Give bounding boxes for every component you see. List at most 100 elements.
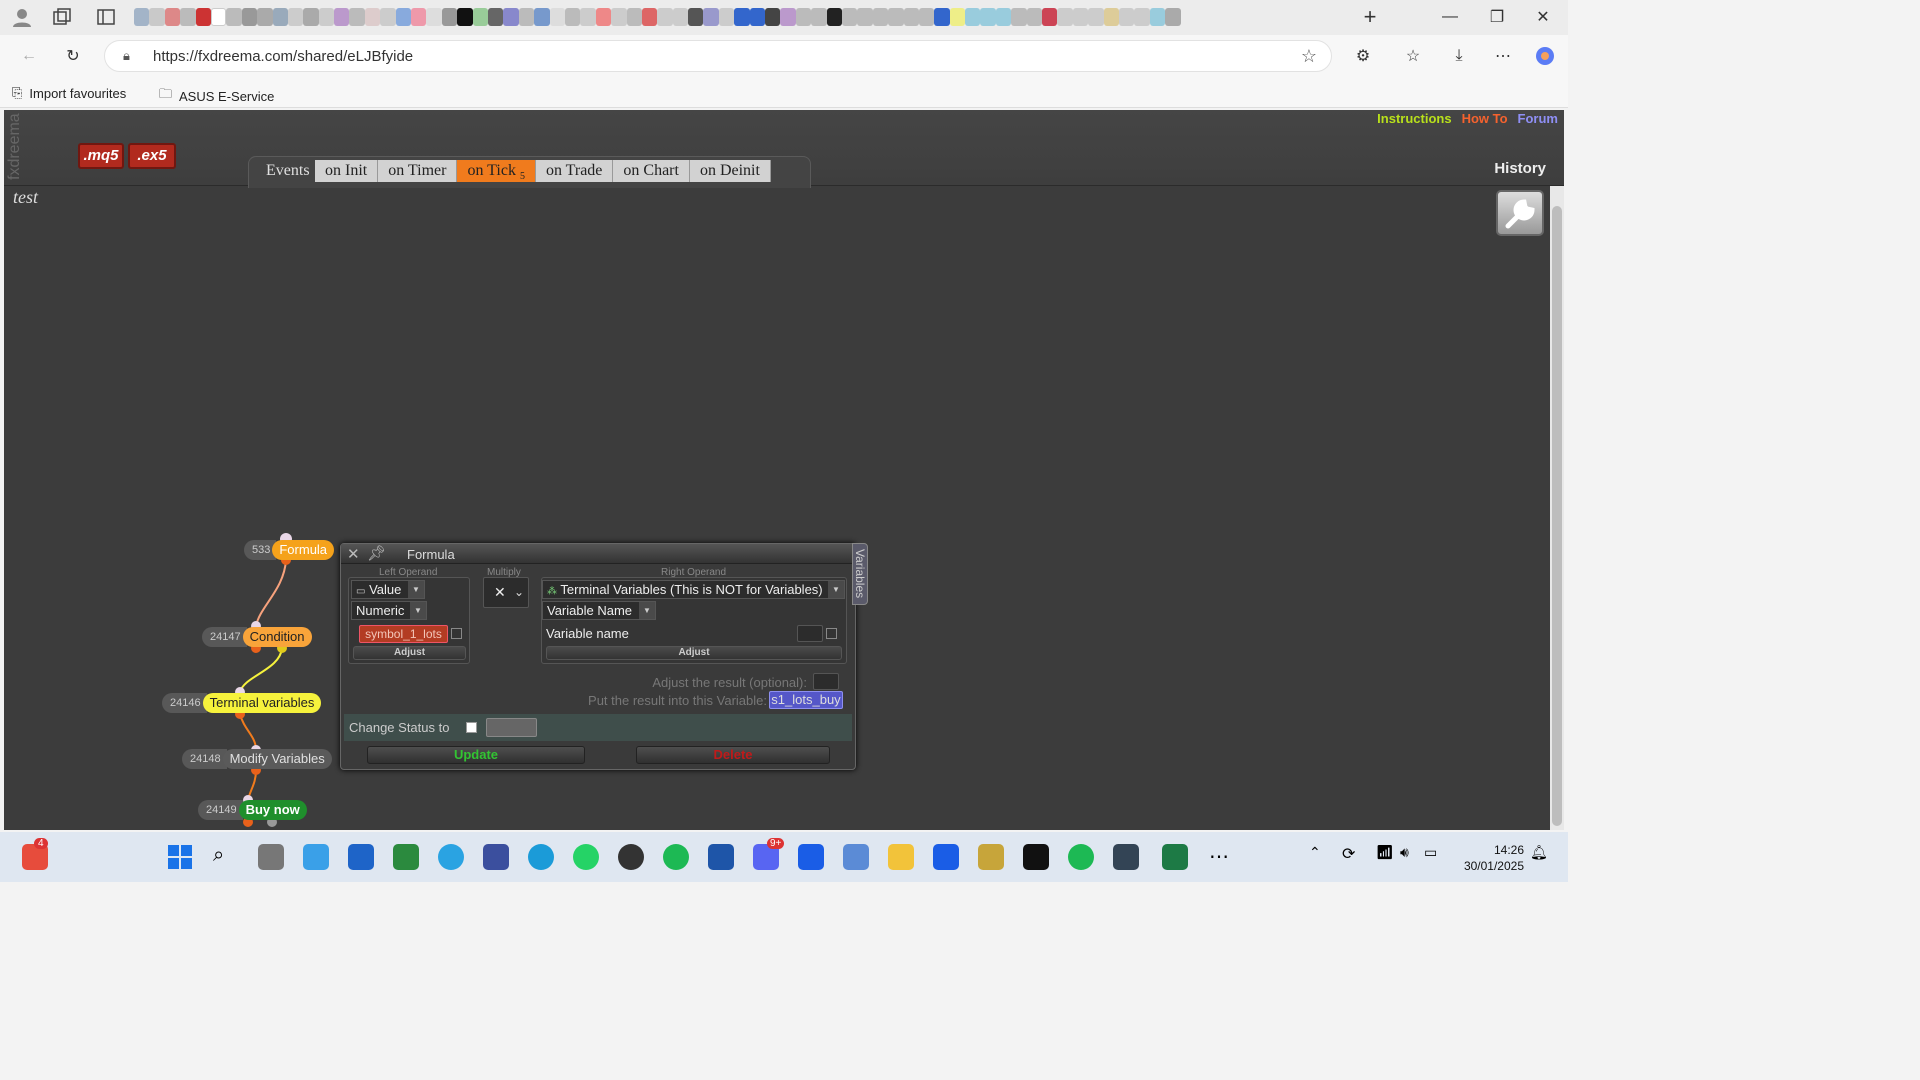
variables-tab[interactable]: Variables bbox=[852, 543, 868, 605]
favorite-star-icon[interactable]: ☆ bbox=[1301, 46, 1317, 67]
capcut-icon[interactable] bbox=[1023, 844, 1049, 870]
asus-eservice-label: ASUS E-Service bbox=[179, 88, 275, 104]
right-subtype-select[interactable]: Variable Name ▼ bbox=[542, 601, 656, 620]
variable-name-checkbox[interactable] bbox=[826, 628, 837, 639]
node-id: 24146 bbox=[162, 693, 207, 713]
spotify2-icon[interactable] bbox=[1068, 844, 1094, 870]
right-adjust-button[interactable]: Adjust bbox=[546, 646, 842, 660]
favorites-icon[interactable]: ☆ bbox=[1401, 44, 1425, 68]
windows-start-icon[interactable] bbox=[167, 844, 193, 870]
tools-button[interactable] bbox=[1496, 190, 1544, 236]
downloads-icon[interactable]: ⤓ bbox=[1447, 44, 1471, 68]
close-window-icon[interactable]: ✕ bbox=[1531, 5, 1555, 29]
block-node[interactable]: 24147 Condition bbox=[202, 627, 312, 647]
import-icon: ⎘ bbox=[12, 85, 23, 100]
instructions-link[interactable]: Instructions bbox=[1377, 111, 1451, 126]
node-name: Modify Variables bbox=[222, 749, 332, 769]
top-links: Instructions How To Forum bbox=[1377, 111, 1558, 126]
panel-header: ✕ 📌︎ Formula bbox=[341, 544, 855, 564]
left-type-select[interactable]: ▭ Value ▼ bbox=[351, 580, 425, 599]
profile-icon[interactable] bbox=[10, 5, 34, 29]
refresh-icon[interactable]: ↻ bbox=[61, 44, 85, 68]
media-player-icon[interactable] bbox=[618, 844, 644, 870]
left-adjust-button[interactable]: Adjust bbox=[353, 646, 466, 660]
pin-icon[interactable]: 📌︎ bbox=[367, 544, 386, 562]
bell-icon[interactable]: 🔔︎ bbox=[1530, 844, 1556, 870]
favourites-bar: ⎘ Import favourites 🗀 ASUS E-Service bbox=[0, 78, 1568, 108]
adjust-result-label: Adjust the result (optional): bbox=[652, 675, 807, 690]
clock[interactable]: 14:26 30/01/2025 bbox=[1464, 842, 1524, 874]
trading-icon[interactable] bbox=[978, 844, 1004, 870]
p-app2-icon[interactable] bbox=[933, 844, 959, 870]
right-type-select[interactable]: ⁂ Terminal Variables (This is NOT for Va… bbox=[542, 580, 845, 599]
more-icon[interactable]: ⋯ bbox=[1491, 44, 1515, 68]
outlook-icon[interactable] bbox=[348, 844, 374, 870]
copilot-icon[interactable] bbox=[1533, 44, 1557, 68]
copilot-taskbar-icon[interactable] bbox=[303, 844, 329, 870]
dev-icon[interactable] bbox=[708, 844, 734, 870]
sync-icon[interactable]: ⟳ bbox=[1342, 844, 1368, 870]
import-favourites-link[interactable]: ⎘ Import favourites bbox=[12, 85, 126, 101]
extensions-icon[interactable]: ⚙ bbox=[1351, 44, 1375, 68]
workspaces-icon[interactable] bbox=[50, 5, 74, 29]
variable-name-field[interactable] bbox=[797, 625, 823, 642]
node-name: Terminal variables bbox=[202, 693, 322, 713]
block-node[interactable]: 24148 Modify Variables bbox=[182, 749, 332, 769]
file-explorer-icon[interactable] bbox=[888, 844, 914, 870]
minimize-icon[interactable]: — bbox=[1438, 5, 1462, 29]
node-id: 24148 bbox=[182, 749, 227, 769]
right-type-value: Terminal Variables (This is NOT for Vari… bbox=[560, 582, 823, 597]
notifications-app-icon[interactable]: 4 bbox=[22, 838, 48, 870]
new-tab-icon[interactable]: + bbox=[1358, 4, 1382, 29]
remote-icon[interactable] bbox=[483, 844, 509, 870]
change-status-field[interactable] bbox=[486, 718, 537, 737]
scroll-thumb[interactable] bbox=[1552, 206, 1562, 826]
chevron-up-icon[interactable]: ⌃ bbox=[1309, 844, 1335, 870]
battery-icon[interactable]: ▭ bbox=[1424, 844, 1450, 870]
whatsapp-icon[interactable] bbox=[573, 844, 599, 870]
discord-icon[interactable]: 9+ bbox=[753, 838, 785, 870]
update-button[interactable]: Update bbox=[367, 746, 585, 764]
chevron-down-icon: ▼ bbox=[828, 581, 844, 598]
game-icon[interactable] bbox=[393, 844, 419, 870]
volume-icon[interactable]: 🔊︎ bbox=[1400, 844, 1426, 870]
tab-actions-icon[interactable] bbox=[94, 5, 118, 29]
block-node[interactable]: 533 Formula bbox=[244, 540, 335, 560]
pinned-tabs-strip[interactable] bbox=[134, 8, 1181, 26]
block-node[interactable]: 24146 Terminal variables bbox=[162, 693, 322, 713]
back-icon[interactable]: ← bbox=[17, 44, 41, 68]
forum-link[interactable]: Forum bbox=[1518, 111, 1558, 126]
node-name: Buy now bbox=[238, 800, 307, 820]
edge-icon[interactable] bbox=[528, 844, 554, 870]
change-status-checkbox[interactable] bbox=[466, 722, 477, 733]
block-node[interactable]: 24149 Buy now bbox=[198, 800, 307, 820]
wifi-icon[interactable]: 📶︎ bbox=[1376, 844, 1402, 870]
left-value-field[interactable]: symbol_1_lots bbox=[359, 625, 448, 643]
result-variable-field[interactable]: s1_lots_buy bbox=[769, 691, 843, 709]
spotify-icon[interactable] bbox=[663, 844, 689, 870]
left-subtype-select[interactable]: Numeric ▼ bbox=[351, 601, 427, 620]
restore-icon[interactable]: ❐ bbox=[1485, 5, 1509, 29]
photos-icon[interactable] bbox=[843, 844, 869, 870]
task-view-icon[interactable] bbox=[258, 844, 284, 870]
close-icon[interactable]: ✕ bbox=[347, 545, 360, 563]
history-link[interactable]: History bbox=[1494, 160, 1546, 177]
speedometer-icon[interactable] bbox=[1113, 844, 1139, 870]
howto-link[interactable]: How To bbox=[1462, 111, 1508, 126]
p-app-icon[interactable] bbox=[798, 844, 824, 870]
operator-select[interactable]: ✕ ⌄ bbox=[483, 577, 529, 608]
wrench-icon bbox=[1505, 199, 1535, 229]
search-icon[interactable]: ⌕ bbox=[213, 844, 239, 870]
url-field[interactable]: 🔒︎ https://fxdreema.com/shared/eLJBfyide… bbox=[104, 40, 1332, 72]
discord-badge: 9+ bbox=[767, 838, 785, 849]
page-scrollbar[interactable] bbox=[1550, 186, 1564, 830]
delete-button[interactable]: Delete bbox=[636, 746, 830, 764]
app-badge: 4 bbox=[34, 838, 48, 849]
url-text: https://fxdreema.com/shared/eLJBfyide bbox=[153, 48, 414, 65]
asus-eservice-link[interactable]: 🗀 ASUS E-Service bbox=[159, 85, 274, 107]
adjust-result-field[interactable] bbox=[813, 673, 839, 690]
excel-icon[interactable] bbox=[1162, 844, 1188, 870]
left-value-checkbox[interactable] bbox=[451, 628, 462, 639]
telegram-icon[interactable] bbox=[438, 844, 464, 870]
more-apps-icon[interactable]: ⋯ bbox=[1206, 844, 1232, 870]
